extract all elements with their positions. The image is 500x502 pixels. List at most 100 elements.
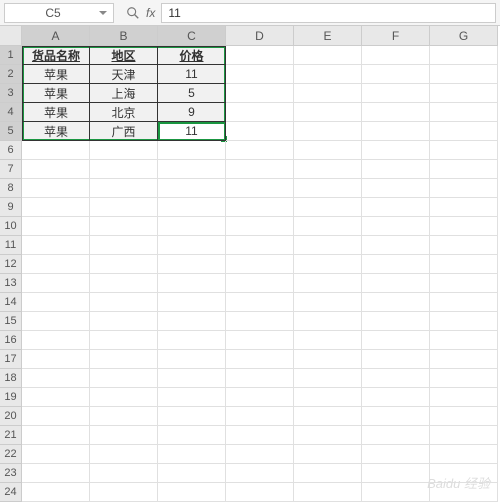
- row-header-5[interactable]: 5: [0, 122, 22, 141]
- cell-D19[interactable]: [226, 388, 294, 407]
- cell-A18[interactable]: [22, 369, 90, 388]
- cell-E1[interactable]: [294, 46, 362, 65]
- cell-F20[interactable]: [362, 407, 430, 426]
- cell-G23[interactable]: [430, 464, 498, 483]
- cell-E6[interactable]: [294, 141, 362, 160]
- row-header-10[interactable]: 10: [0, 217, 22, 236]
- cell-D24[interactable]: [226, 483, 294, 502]
- cell-F21[interactable]: [362, 426, 430, 445]
- cell-G24[interactable]: [430, 483, 498, 502]
- cell-F5[interactable]: [362, 122, 430, 141]
- cell-E8[interactable]: [294, 179, 362, 198]
- cell-F14[interactable]: [362, 293, 430, 312]
- cell-D14[interactable]: [226, 293, 294, 312]
- cell-E23[interactable]: [294, 464, 362, 483]
- cell-E10[interactable]: [294, 217, 362, 236]
- cell-B18[interactable]: [90, 369, 158, 388]
- cell-G21[interactable]: [430, 426, 498, 445]
- cell-C1[interactable]: 价格: [158, 46, 226, 65]
- cell-F19[interactable]: [362, 388, 430, 407]
- cell-C23[interactable]: [158, 464, 226, 483]
- cell-E12[interactable]: [294, 255, 362, 274]
- cell-F12[interactable]: [362, 255, 430, 274]
- select-all-corner[interactable]: [0, 26, 22, 46]
- cell-G10[interactable]: [430, 217, 498, 236]
- cell-A5[interactable]: 苹果: [22, 122, 90, 141]
- cell-B20[interactable]: [90, 407, 158, 426]
- cell-D5[interactable]: [226, 122, 294, 141]
- row-header-7[interactable]: 7: [0, 160, 22, 179]
- row-header-13[interactable]: 13: [0, 274, 22, 293]
- cell-D18[interactable]: [226, 369, 294, 388]
- cell-F18[interactable]: [362, 369, 430, 388]
- cell-B8[interactable]: [90, 179, 158, 198]
- cell-A17[interactable]: [22, 350, 90, 369]
- cell-F8[interactable]: [362, 179, 430, 198]
- cell-B17[interactable]: [90, 350, 158, 369]
- cell-D13[interactable]: [226, 274, 294, 293]
- cell-D21[interactable]: [226, 426, 294, 445]
- row-header-22[interactable]: 22: [0, 445, 22, 464]
- row-header-6[interactable]: 6: [0, 141, 22, 160]
- row-header-11[interactable]: 11: [0, 236, 22, 255]
- cell-D4[interactable]: [226, 103, 294, 122]
- name-box[interactable]: C5: [4, 3, 114, 23]
- cell-C13[interactable]: [158, 274, 226, 293]
- cell-F6[interactable]: [362, 141, 430, 160]
- row-header-17[interactable]: 17: [0, 350, 22, 369]
- row-header-14[interactable]: 14: [0, 293, 22, 312]
- cell-D2[interactable]: [226, 65, 294, 84]
- cell-F17[interactable]: [362, 350, 430, 369]
- cell-D22[interactable]: [226, 445, 294, 464]
- cell-A13[interactable]: [22, 274, 90, 293]
- cell-F16[interactable]: [362, 331, 430, 350]
- cell-A6[interactable]: [22, 141, 90, 160]
- col-header-F[interactable]: F: [362, 26, 430, 46]
- cell-G22[interactable]: [430, 445, 498, 464]
- cell-F1[interactable]: [362, 46, 430, 65]
- cell-A22[interactable]: [22, 445, 90, 464]
- cell-G9[interactable]: [430, 198, 498, 217]
- cell-G1[interactable]: [430, 46, 498, 65]
- grid[interactable]: 货品名称地区价格苹果天津11苹果上海5苹果北京9苹果广西11: [22, 46, 498, 502]
- cell-G20[interactable]: [430, 407, 498, 426]
- cell-E17[interactable]: [294, 350, 362, 369]
- cell-A23[interactable]: [22, 464, 90, 483]
- chevron-down-icon[interactable]: [99, 11, 107, 15]
- row-header-20[interactable]: 20: [0, 407, 22, 426]
- row-header-9[interactable]: 9: [0, 198, 22, 217]
- cell-B11[interactable]: [90, 236, 158, 255]
- row-header-2[interactable]: 2: [0, 65, 22, 84]
- cell-E19[interactable]: [294, 388, 362, 407]
- cell-B21[interactable]: [90, 426, 158, 445]
- cell-F7[interactable]: [362, 160, 430, 179]
- col-header-A[interactable]: A: [22, 26, 90, 46]
- cell-D11[interactable]: [226, 236, 294, 255]
- cell-C15[interactable]: [158, 312, 226, 331]
- cell-D16[interactable]: [226, 331, 294, 350]
- row-header-15[interactable]: 15: [0, 312, 22, 331]
- col-header-G[interactable]: G: [430, 26, 498, 46]
- cell-A2[interactable]: 苹果: [22, 65, 90, 84]
- cell-B2[interactable]: 天津: [90, 65, 158, 84]
- cell-D7[interactable]: [226, 160, 294, 179]
- row-header-4[interactable]: 4: [0, 103, 22, 122]
- cell-A20[interactable]: [22, 407, 90, 426]
- fx-label[interactable]: fx: [146, 6, 155, 20]
- cell-G7[interactable]: [430, 160, 498, 179]
- cell-F24[interactable]: [362, 483, 430, 502]
- cell-B13[interactable]: [90, 274, 158, 293]
- row-header-24[interactable]: 24: [0, 483, 22, 502]
- cell-G17[interactable]: [430, 350, 498, 369]
- cell-A1[interactable]: 货品名称: [22, 46, 90, 65]
- cell-C11[interactable]: [158, 236, 226, 255]
- cell-A11[interactable]: [22, 236, 90, 255]
- cell-C2[interactable]: 11: [158, 65, 226, 84]
- cell-C17[interactable]: [158, 350, 226, 369]
- cell-F10[interactable]: [362, 217, 430, 236]
- cell-G16[interactable]: [430, 331, 498, 350]
- cell-D6[interactable]: [226, 141, 294, 160]
- cell-G2[interactable]: [430, 65, 498, 84]
- cell-B24[interactable]: [90, 483, 158, 502]
- row-header-21[interactable]: 21: [0, 426, 22, 445]
